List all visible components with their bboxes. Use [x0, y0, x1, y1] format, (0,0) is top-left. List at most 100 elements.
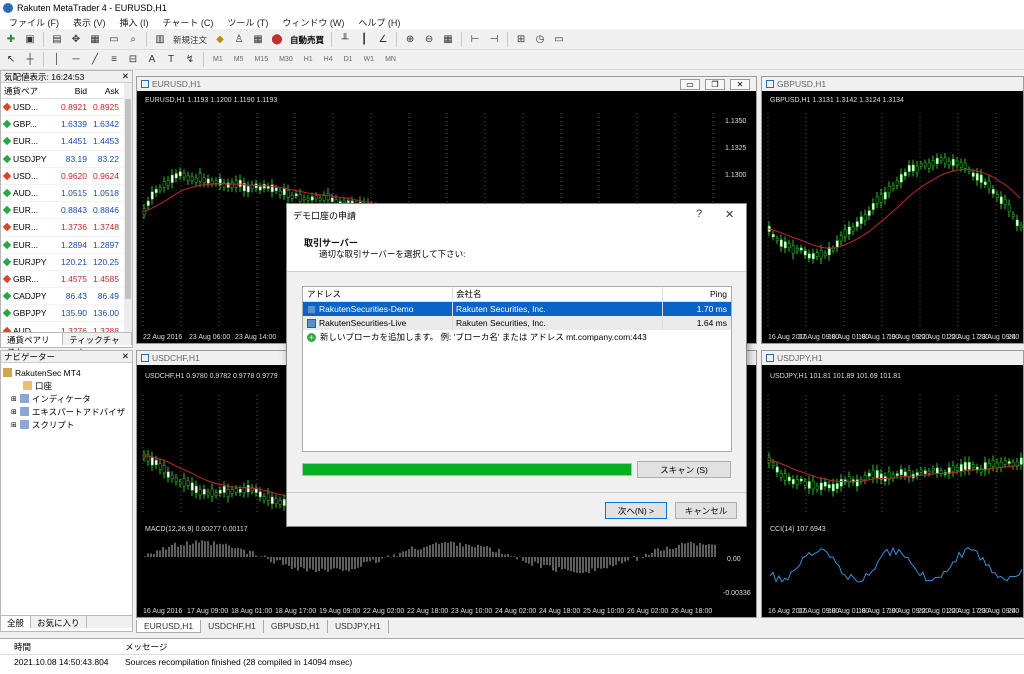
col-symbol-header[interactable]: 通貨ペア — [1, 85, 53, 97]
market-watch-row[interactable]: EUR... 1.2894 1.2897 — [1, 237, 132, 254]
help-icon[interactable]: ? — [696, 208, 702, 220]
zoom-out-icon[interactable]: ⊖ — [421, 32, 437, 48]
col-time-header[interactable]: 時間 — [0, 641, 125, 653]
horizontal-line-icon[interactable]: ─ — [68, 52, 84, 68]
add-broker-row[interactable]: + 新しいブローカを追加します。 例: 'ブローカ名' または アドレス mt.… — [303, 330, 731, 344]
chart-window-usdjpy[interactable]: USDJPY,H1 USDJPY,H1 101.81 101.89 101.69… — [761, 350, 1024, 618]
period-d1[interactable]: D1 — [340, 56, 357, 63]
crosshair-icon[interactable]: ┼ — [22, 52, 38, 68]
tab-symbols[interactable]: 通貨ペアリスト — [1, 333, 64, 357]
expand-icon[interactable]: ⊞ — [11, 395, 17, 403]
server-row-demo[interactable]: RakutenSecurities-Demo Rakuten Securitie… — [303, 302, 731, 316]
col-company-header[interactable]: 会社名 — [453, 287, 663, 301]
tab-common[interactable]: 全般 — [1, 616, 32, 628]
col-ask-header[interactable]: Ask — [87, 86, 121, 96]
periods-clock-icon[interactable]: ◷ — [532, 32, 548, 48]
chart-tab-eurusd[interactable]: EURUSD,H1 — [136, 620, 202, 633]
tile-windows-icon[interactable]: ▦ — [440, 32, 456, 48]
nav-indicators[interactable]: ⊞ インディケータ — [3, 392, 130, 405]
scrollbar-thumb[interactable] — [125, 99, 131, 299]
market-watch-row[interactable]: USDJPY 83.19 83.22 — [1, 151, 132, 168]
new-chart-icon[interactable]: ✚ — [3, 32, 19, 48]
indicators-icon[interactable]: ⊞ — [513, 32, 529, 48]
market-watch-row[interactable]: EUR... 0.8843 0.8846 — [1, 202, 132, 220]
line-chart-icon[interactable]: ∠ — [375, 32, 391, 48]
period-m1[interactable]: M1 — [209, 56, 227, 63]
nav-scripts[interactable]: ⊞ スクリプト — [3, 418, 130, 431]
market-watch-row[interactable]: USD... 0.8921 0.8925 — [1, 99, 132, 117]
close-icon[interactable]: ✕ — [725, 208, 734, 221]
nav-experts[interactable]: ⊞ エキスパートアドバイザ — [3, 405, 130, 418]
nav-root[interactable]: RakutenSec MT4 — [3, 366, 130, 379]
zoom-in-icon[interactable]: ⊕ — [402, 32, 418, 48]
profiles-icon[interactable]: ▣ — [22, 32, 38, 48]
new-order-button[interactable]: 新規注文 — [171, 34, 209, 46]
chart-window-gbpusd[interactable]: GBPUSD,H1 GBPUSD,H1 1.3131 1.3142 1.3124… — [761, 76, 1024, 344]
chart-tab-gbpusd[interactable]: GBPUSD,H1 — [264, 620, 328, 633]
scan-button[interactable]: スキャン (S) — [637, 461, 731, 478]
trend-line-icon[interactable]: ╱ — [87, 52, 103, 68]
period-w1[interactable]: W1 — [360, 56, 379, 63]
menu-file[interactable]: ファイル (F) — [2, 16, 66, 29]
fibonacci-icon[interactable]: ⊟ — [125, 52, 141, 68]
metaeditor-icon[interactable]: ◆ — [212, 32, 228, 48]
menu-help[interactable]: ヘルプ (H) — [351, 16, 407, 29]
period-m15[interactable]: M15 — [250, 56, 272, 63]
usdjpy-chart-canvas[interactable]: USDJPY,H1 101.81 101.89 101.69 101.81 CC… — [762, 365, 1024, 617]
market-watch-row[interactable]: USD... 0.9620 0.9624 — [1, 168, 132, 185]
chart-tab-usdjpy[interactable]: USDJPY,H1 — [328, 620, 389, 633]
market-watch-row[interactable]: EURJPY 120.21 120.25 — [1, 254, 132, 271]
candlestick-icon[interactable]: ┃ — [356, 32, 372, 48]
templates-icon[interactable]: ▭ — [551, 32, 567, 48]
market-watch-row[interactable]: CADJPY 86.43 86.49 — [1, 288, 132, 306]
market-watch-row[interactable]: EUR... 1.4451 1.4453 — [1, 133, 132, 151]
terminal-row[interactable]: 2021.10.08 14:50:43.804 Sources recompil… — [0, 655, 1024, 669]
col-bid-header[interactable]: Bid — [53, 86, 87, 96]
new-order-icon[interactable]: ▥ — [152, 32, 168, 48]
cancel-button[interactable]: キャンセル — [675, 502, 737, 519]
market-watch-scrollbar[interactable] — [124, 83, 132, 332]
menu-chart[interactable]: チャート (C) — [156, 16, 221, 29]
tab-favorites[interactable]: お気に入り — [31, 616, 87, 628]
navigator-icon[interactable]: ▦ — [87, 32, 103, 48]
vertical-line-icon[interactable]: │ — [49, 52, 65, 68]
period-h1[interactable]: H1 — [300, 56, 317, 63]
terminal-icon[interactable]: ▭ — [106, 32, 122, 48]
text-icon[interactable]: A — [144, 52, 160, 68]
market-watch-row[interactable]: GBP... 1.6339 1.6342 — [1, 116, 132, 134]
cursor-icon[interactable]: ↖ — [3, 52, 19, 68]
options-icon[interactable]: ▦ — [250, 32, 266, 48]
period-h4[interactable]: H4 — [320, 56, 337, 63]
market-watch-icon[interactable]: ▤ — [49, 32, 65, 48]
col-address-header[interactable]: アドレス — [303, 287, 453, 301]
tab-tick-chart[interactable]: ティックチャート — [63, 333, 132, 357]
server-row-live[interactable]: RakutenSecurities-Live Rakuten Securitie… — [303, 316, 731, 330]
auto-trade-button[interactable]: 自動売買 — [288, 34, 326, 46]
market-watch-row[interactable]: GBR... 1.4575 1.4585 — [1, 271, 132, 289]
data-window-icon[interactable]: ✥ — [68, 32, 84, 48]
menu-view[interactable]: 表示 (V) — [66, 16, 113, 29]
market-watch-row[interactable]: EUR... 1.3736 1.3748 — [1, 219, 132, 237]
nav-accounts[interactable]: 口座 — [3, 379, 130, 392]
history-icon[interactable]: ♙ — [231, 32, 247, 48]
period-m5[interactable]: M5 — [230, 56, 248, 63]
shapes-icon[interactable]: ↯ — [182, 52, 198, 68]
period-mn[interactable]: MN — [381, 56, 400, 63]
auto-scroll-icon[interactable]: ⊣ — [486, 32, 502, 48]
auto-trade-icon[interactable]: ⬤ — [269, 32, 285, 48]
col-message-header[interactable]: メッセージ — [125, 641, 167, 653]
menu-tools[interactable]: ツール (T) — [220, 16, 275, 29]
market-watch-row[interactable]: AUD... 1.3276 1.3288 — [1, 322, 132, 332]
label-icon[interactable]: T — [163, 52, 179, 68]
market-watch-row[interactable]: GBPJPY 135.90 136.00 — [1, 305, 132, 323]
minimize-icon[interactable]: ▭ — [680, 79, 700, 90]
expand-icon[interactable]: ⊞ — [11, 408, 17, 416]
gbpusd-chart-canvas[interactable]: GBPUSD,H1 1.3131 1.3142 1.3124 1.3134 16… — [762, 91, 1024, 343]
close-icon[interactable]: ✕ — [122, 71, 129, 82]
tester-icon[interactable]: ⌕ — [125, 32, 141, 48]
market-watch-row[interactable]: AUD... 1.0515 1.0518 — [1, 185, 132, 203]
expand-icon[interactable]: ⊞ — [11, 421, 17, 429]
close-icon[interactable]: ✕ — [122, 351, 129, 362]
menu-window[interactable]: ウィンドウ (W) — [275, 16, 351, 29]
bar-chart-icon[interactable]: ╨ — [337, 32, 353, 48]
